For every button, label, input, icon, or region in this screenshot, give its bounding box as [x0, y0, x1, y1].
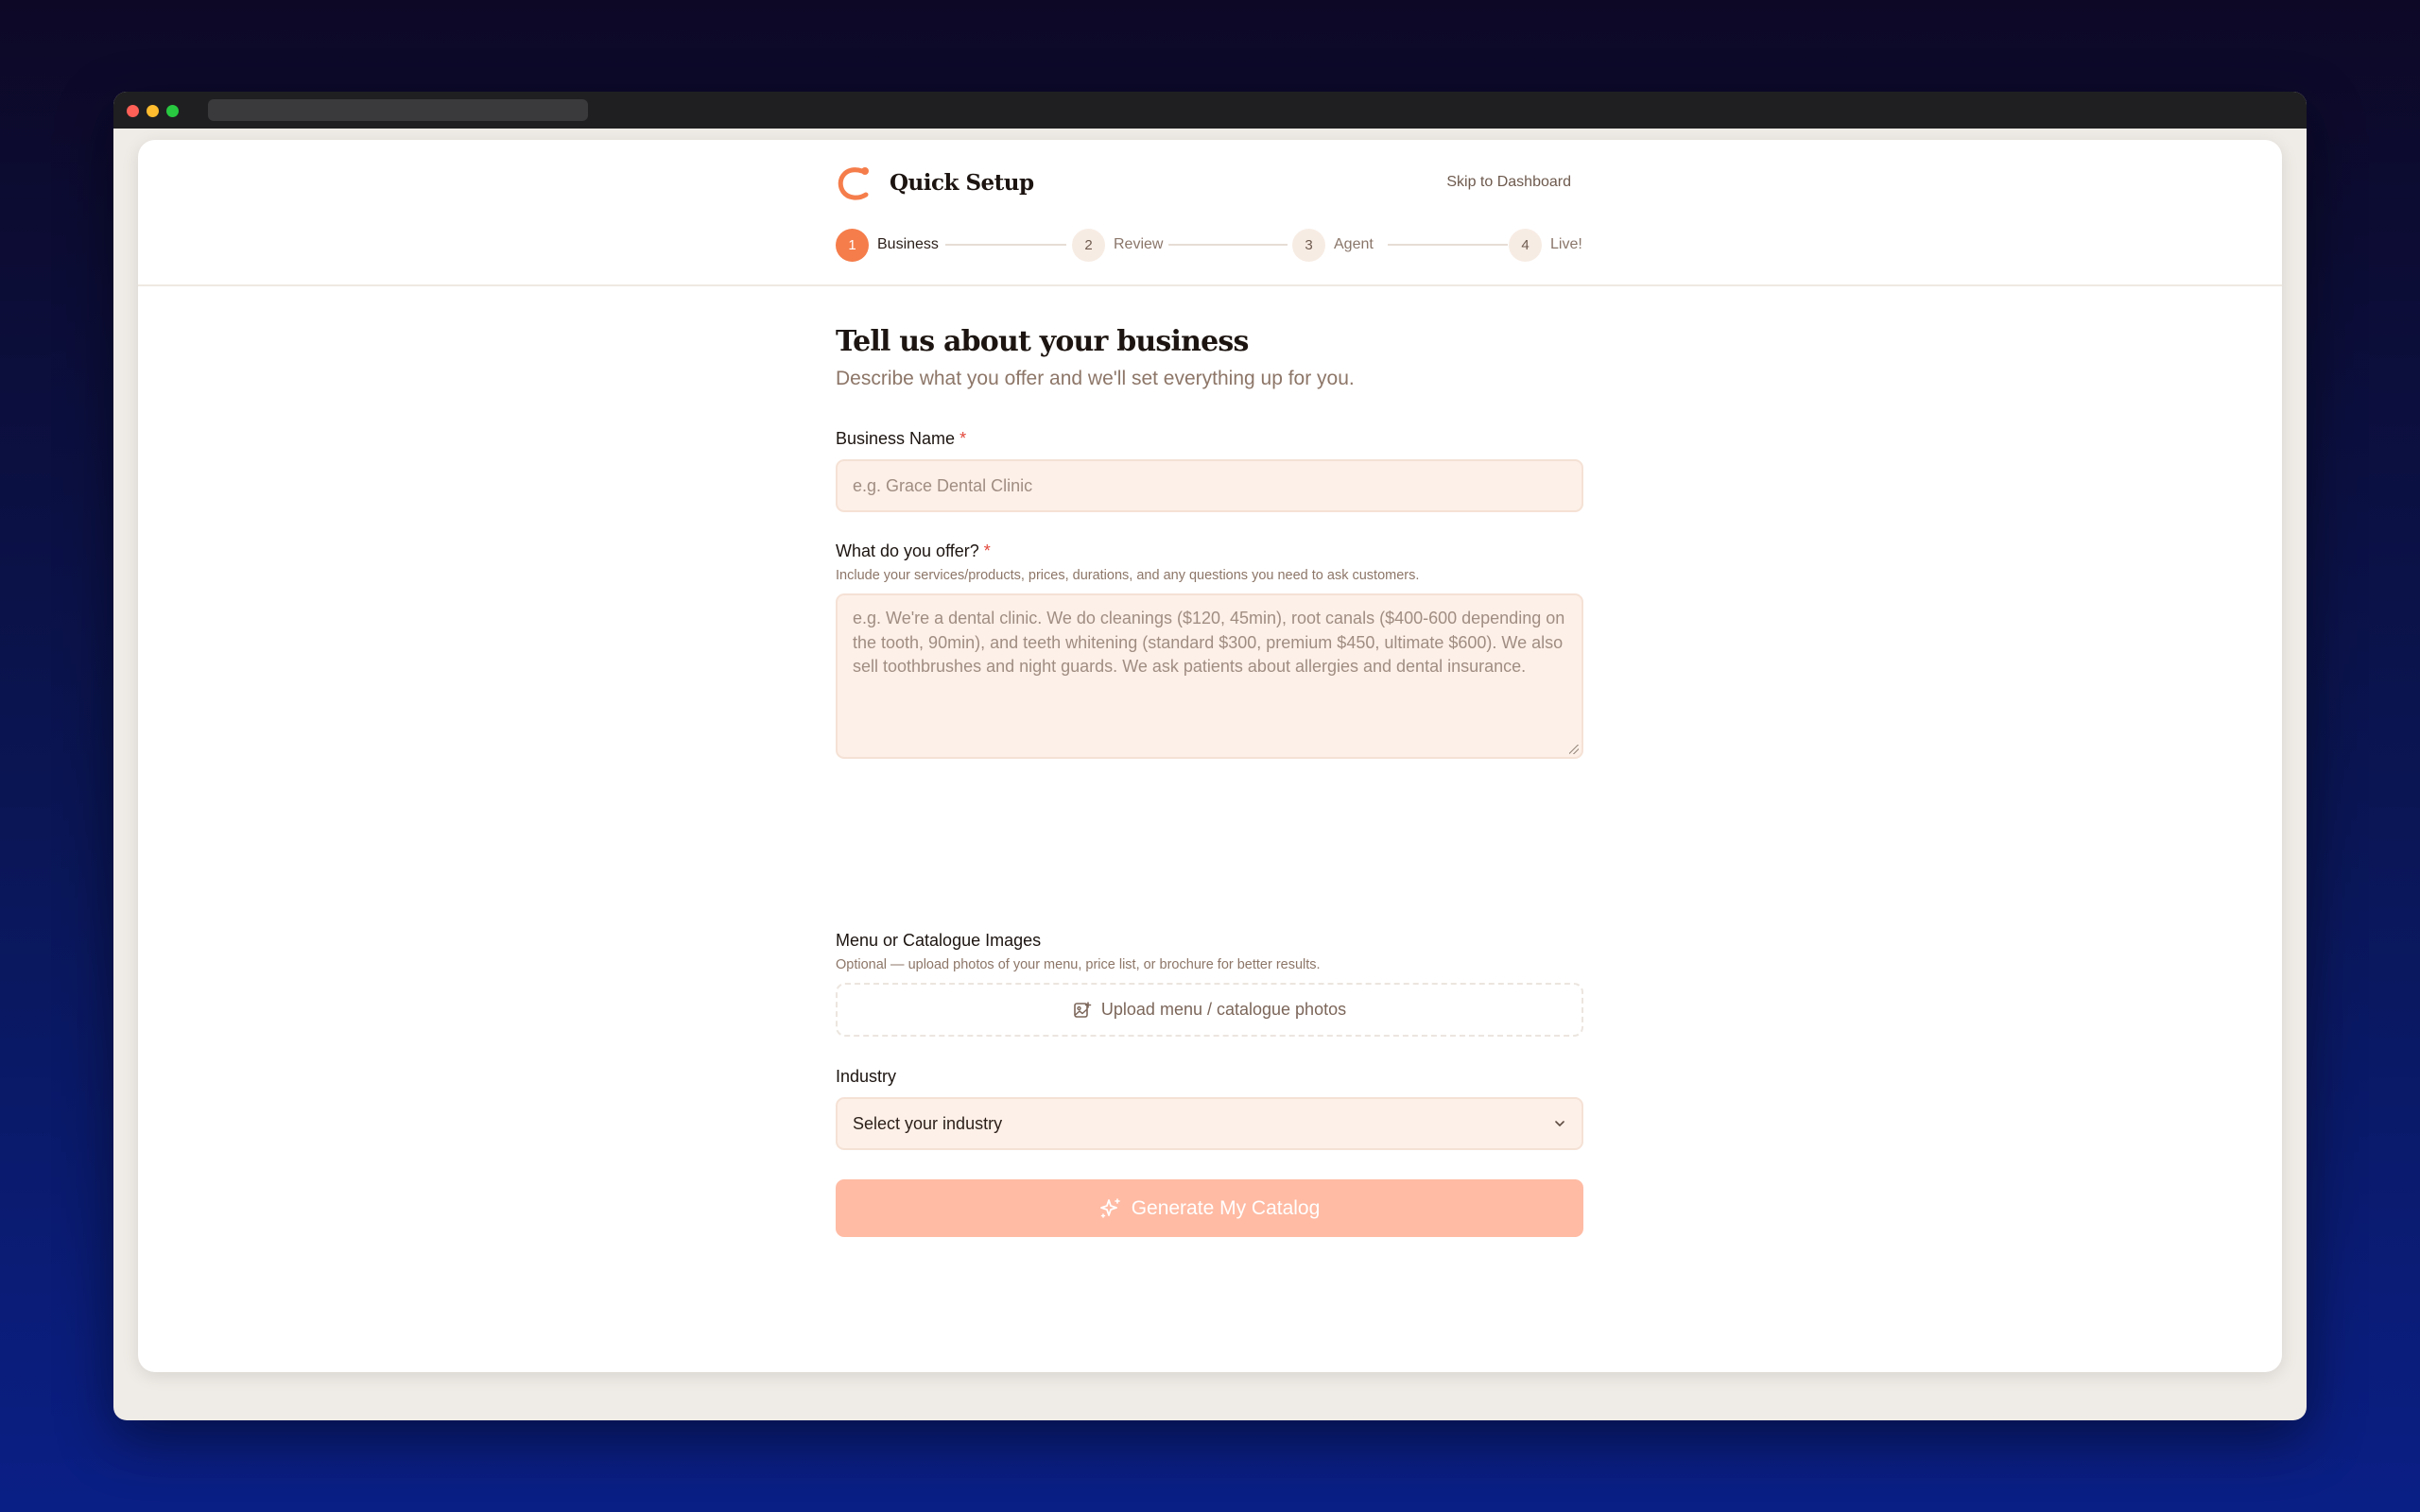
step-number: 4: [1509, 228, 1542, 262]
industry-select[interactable]: Select your industry: [836, 1097, 1583, 1150]
step-business[interactable]: 1 Business: [836, 228, 939, 262]
form-title: Tell us about your business: [836, 325, 1249, 358]
business-name-placeholder: e.g. Grace Dental Clinic: [853, 475, 1033, 495]
generate-catalog-label: Generate My Catalog: [1131, 1196, 1321, 1219]
setup-card: Quick Setup Skip to Dashboard 1 Business…: [138, 140, 2282, 1372]
generate-catalog-button[interactable]: Generate My Catalog: [836, 1179, 1583, 1237]
business-name-input[interactable]: e.g. Grace Dental Clinic: [836, 459, 1583, 512]
sparkles-icon: [1099, 1197, 1120, 1218]
browser-titlebar: [113, 92, 2307, 129]
catalogue-images-label: Menu or Catalogue Images: [836, 931, 1042, 950]
step-label: Live!: [1550, 236, 1582, 252]
image-upload-icon: [1074, 1001, 1092, 1018]
step-number: 2: [1072, 228, 1105, 262]
page-title: Quick Setup: [890, 170, 1034, 196]
business-name-label: Business Name *: [836, 429, 966, 449]
setup-header: Quick Setup Skip to Dashboard 1 Business…: [138, 140, 2282, 286]
step-connector: [1388, 244, 1508, 246]
progress-stepper: 1 Business 2 Review 3 Agent 4 Live!: [836, 228, 1583, 262]
address-bar[interactable]: [208, 99, 588, 121]
step-review[interactable]: 2 Review: [1072, 228, 1163, 262]
minimize-window-button[interactable]: [147, 105, 159, 117]
form-subtitle: Describe what you offer and we'll set ev…: [836, 368, 1355, 389]
offer-help-text: Include your services/products, prices, …: [836, 568, 1420, 583]
business-name-label-text: Business Name: [836, 429, 956, 448]
step-connector: [945, 244, 1066, 246]
step-number: 3: [1292, 228, 1325, 262]
upload-photos-label: Upload menu / catalogue photos: [1100, 1000, 1347, 1019]
step-connector: [1168, 244, 1288, 246]
resize-handle-icon[interactable]: [1569, 745, 1579, 754]
offer-label-text: What do you offer?: [836, 541, 979, 560]
browser-window: Quick Setup Skip to Dashboard 1 Business…: [113, 92, 2307, 1420]
step-label: Review: [1114, 236, 1164, 252]
offer-textarea[interactable]: e.g. We're a dental clinic. We do cleani…: [836, 593, 1583, 759]
catalogue-images-help: Optional — upload photos of your menu, p…: [836, 957, 1321, 972]
offer-label: What do you offer? *: [836, 541, 991, 561]
maximize-window-button[interactable]: [166, 105, 179, 117]
step-number: 1: [836, 228, 869, 262]
step-agent[interactable]: 3 Agent: [1292, 228, 1374, 262]
required-mark: *: [959, 429, 967, 448]
required-mark: *: [983, 541, 991, 560]
step-live[interactable]: 4 Live!: [1509, 228, 1582, 262]
upload-photos-button[interactable]: Upload menu / catalogue photos: [836, 983, 1583, 1037]
chevron-down-icon: [1555, 1121, 1564, 1126]
skip-to-dashboard-link[interactable]: Skip to Dashboard: [1446, 174, 1571, 191]
step-label: Agent: [1334, 236, 1374, 252]
offer-placeholder: e.g. We're a dental clinic. We do cleani…: [853, 609, 1565, 676]
step-label: Business: [877, 236, 939, 252]
close-window-button[interactable]: [127, 105, 139, 117]
industry-label: Industry: [836, 1067, 897, 1086]
industry-selected-value: Select your industry: [853, 1113, 1003, 1133]
brand-logo-icon: [838, 167, 869, 200]
